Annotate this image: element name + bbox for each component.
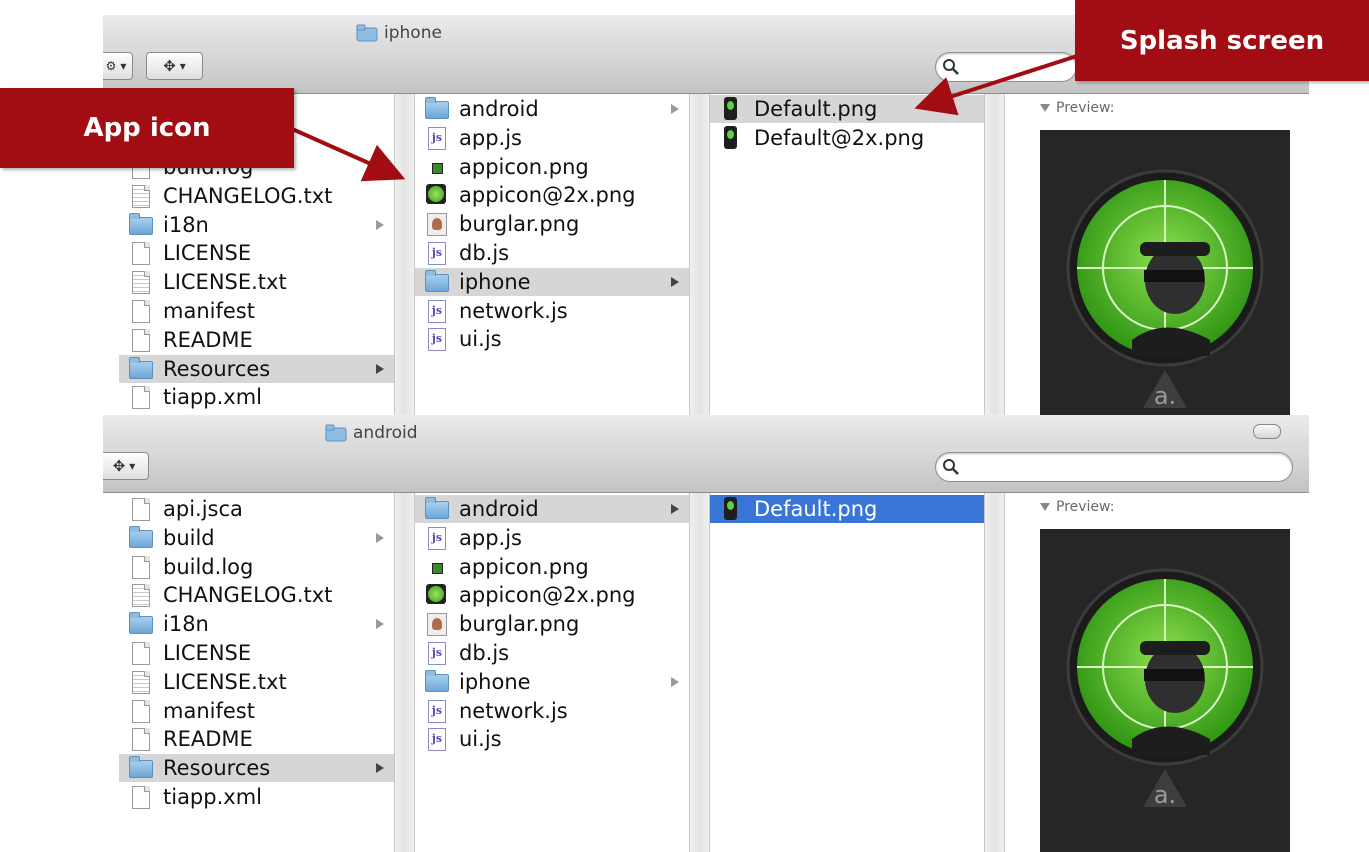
app-icon-callout: App icon — [0, 88, 294, 168]
app-icon-arrow — [289, 126, 406, 182]
splash-screen-callout: Splash screen — [1075, 0, 1369, 81]
splash-screen-arrow — [914, 53, 1081, 116]
